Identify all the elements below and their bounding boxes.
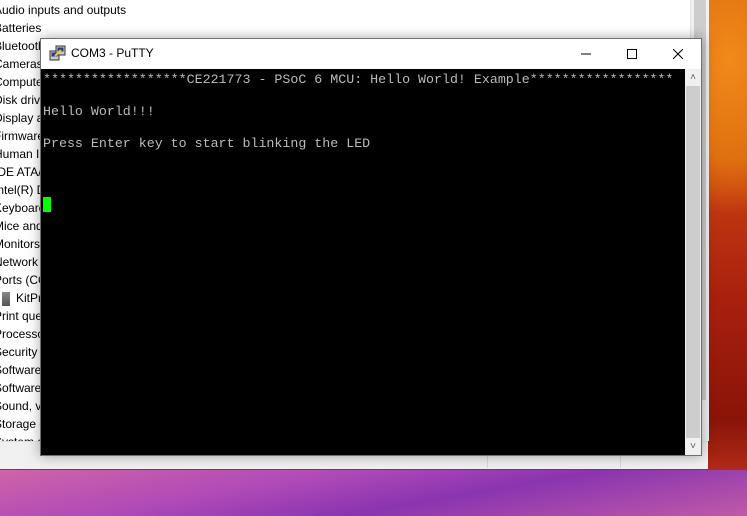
tree-item-label: Audio inputs and outputs	[0, 3, 127, 17]
tree-item[interactable]: Cameras	[0, 55, 43, 73]
scrollbar-thumb[interactable]	[686, 86, 700, 438]
wallpaper-rock	[0, 470, 747, 516]
terminal-line: Hello World!!!	[43, 104, 155, 119]
scroll-up-icon[interactable]: ˄	[685, 69, 701, 86]
close-button[interactable]	[655, 39, 701, 69]
terminal-line: Press Enter key to start blinking the LE…	[43, 136, 371, 151]
putty-window: COM3 - PuTTY ******************CE221773 …	[40, 38, 702, 456]
tree-item-label: Bluetooth	[0, 39, 45, 53]
terminal-screen[interactable]: ******************CE221773 - PSoC 6 MCU:…	[41, 69, 685, 455]
title-bar[interactable]: COM3 - PuTTY	[41, 39, 701, 69]
terminal-scrollbar[interactable]: ˄ ˅	[685, 69, 701, 455]
terminal-line: ******************CE221773 - PSoC 6 MCU:…	[43, 72, 674, 87]
tree-item-label: Firmware	[0, 129, 44, 143]
tree-item[interactable]: Firmware	[0, 127, 44, 145]
putty-app-icon	[49, 45, 66, 61]
tree-item[interactable]: Audio inputs and outputs	[0, 1, 126, 19]
tree-item-label: Monitors	[0, 237, 41, 251]
tree-item[interactable]: Monitors	[0, 235, 40, 253]
terminal-cursor	[43, 197, 51, 212]
tree-item-label: Batteries	[0, 21, 42, 35]
tree-item-label: Cameras	[0, 57, 43, 71]
window-title: COM3 - PuTTY	[71, 46, 154, 60]
minimize-icon	[581, 53, 591, 55]
scroll-down-icon[interactable]: ˅	[685, 438, 701, 455]
tree-item[interactable]: Batteries	[0, 19, 41, 37]
tree-item[interactable]: Bluetooth	[0, 37, 45, 55]
close-icon	[673, 49, 683, 59]
maximize-icon	[627, 49, 637, 59]
maximize-button[interactable]	[609, 39, 655, 69]
port-device-icon	[2, 291, 10, 306]
minimize-button[interactable]	[563, 39, 609, 69]
